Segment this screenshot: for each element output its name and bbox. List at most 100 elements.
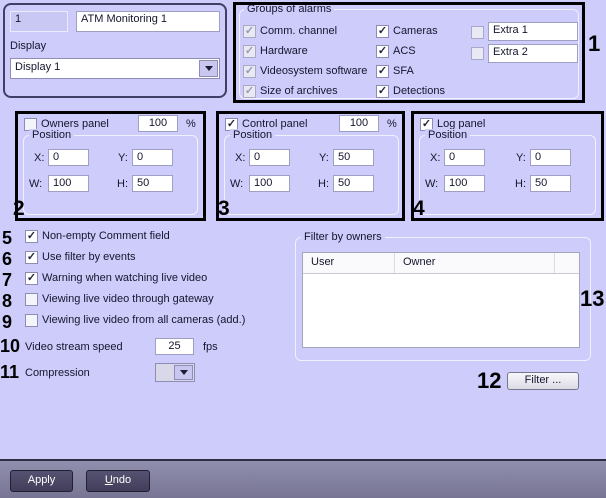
owners-position-title: Position	[29, 129, 75, 141]
control-position-title: Position	[230, 129, 276, 141]
w-label: W:	[29, 178, 43, 190]
checkmark-icon: ✓	[377, 25, 388, 37]
undo-button[interactable]: Undo	[86, 470, 150, 492]
owner-column-header[interactable]: Owner	[395, 253, 555, 273]
chevron-down-icon[interactable]	[199, 60, 218, 77]
owners-list[interactable]: User Owner	[302, 252, 580, 348]
acs-checkbox[interactable]: ✓	[376, 45, 389, 58]
filter-by-owners-title: Filter by owners	[301, 231, 385, 243]
x-label: X:	[34, 152, 45, 164]
sfa-label: SFA	[393, 65, 414, 77]
annotation-number-11: 11	[0, 362, 20, 382]
control-panel-percent-unit: %	[387, 118, 397, 130]
x-label: X:	[430, 152, 441, 164]
owners-x-field[interactable]: 0	[48, 149, 89, 166]
h-label: H:	[117, 178, 128, 190]
apply-button[interactable]: Apply	[10, 470, 73, 492]
videosystem-software-label: Videosystem software	[260, 65, 368, 77]
h-label: H:	[515, 178, 526, 190]
annotation-number-5: 5	[2, 228, 13, 248]
comm-channel-checkbox[interactable]: ✓	[243, 25, 256, 38]
detections-checkbox[interactable]: ✓	[376, 85, 389, 98]
annotation-number-2: 2	[13, 197, 25, 220]
hardware-label: Hardware	[260, 45, 308, 57]
footer-bar: Apply Undo	[0, 461, 606, 498]
cameras-checkbox[interactable]: ✓	[376, 25, 389, 38]
atm-monitoring-settings-panel: 1 ATM Monitoring 1 Display Display 1 Gro…	[0, 0, 606, 498]
log-h-field[interactable]: 50	[530, 175, 571, 192]
control-x-field[interactable]: 0	[249, 149, 290, 166]
cameras-label: Cameras	[393, 25, 438, 37]
owners-panel-percent-unit: %	[186, 118, 196, 130]
y-label: Y:	[516, 152, 526, 164]
live-video-all-cameras-checkbox[interactable]: ✓	[25, 314, 38, 327]
control-panel-section: ✓ Control panel 100 % Position X: 0 Y: 5…	[219, 114, 402, 218]
videosystem-software-checkbox[interactable]: ✓	[243, 65, 256, 78]
checkmark-icon: ✓	[26, 272, 37, 284]
detections-label: Detections	[393, 85, 445, 97]
extra2-checkbox[interactable]: ✓	[471, 47, 484, 60]
object-name-field[interactable]: ATM Monitoring 1	[76, 11, 220, 32]
checkmark-icon: ✓	[26, 230, 37, 242]
owners-w-field[interactable]: 100	[48, 175, 89, 192]
checkmark-icon: ✓	[244, 25, 255, 37]
control-y-field[interactable]: 50	[333, 149, 374, 166]
owners-list-header: User Owner	[303, 253, 579, 274]
checkmark-icon: ✓	[377, 85, 388, 97]
y-label: Y:	[118, 152, 128, 164]
use-filter-by-events-checkbox[interactable]: ✓	[25, 251, 38, 264]
annotation-number-1: 1	[588, 31, 601, 56]
annotation-number-6: 6	[2, 249, 13, 269]
size-of-archives-checkbox[interactable]: ✓	[243, 85, 256, 98]
control-panel-percent-field[interactable]: 100	[339, 115, 379, 132]
filter-button[interactable]: Filter ...	[507, 372, 579, 390]
video-stream-speed-field[interactable]: 25	[155, 338, 194, 355]
comm-channel-label: Comm. channel	[260, 25, 338, 37]
control-h-field[interactable]: 50	[333, 175, 374, 192]
annotation-number-13: 13	[580, 286, 605, 311]
y-label: Y:	[319, 152, 329, 164]
w-label: W:	[425, 178, 439, 190]
annotation-number-3: 3	[218, 197, 230, 220]
chevron-down-icon[interactable]	[174, 365, 193, 380]
extra2-field[interactable]: Extra 2	[488, 44, 578, 63]
compression-label: Compression	[25, 367, 90, 379]
warning-live-video-checkbox[interactable]: ✓	[25, 272, 38, 285]
extra1-checkbox[interactable]: ✓	[471, 26, 484, 39]
annotation-number-12: 12	[477, 368, 502, 393]
annotation-number-8: 8	[2, 291, 13, 311]
object-id-field[interactable]: 1	[10, 11, 68, 32]
log-y-field[interactable]: 0	[530, 149, 571, 166]
annotation-number-7: 7	[2, 270, 13, 290]
checkmark-icon: ✓	[244, 45, 255, 57]
checkmark-icon: ✓	[26, 251, 37, 263]
checkmark-icon: ✓	[377, 45, 388, 57]
compression-select[interactable]	[155, 363, 195, 382]
acs-label: ACS	[393, 45, 416, 57]
display-select-value: Display 1	[15, 61, 61, 73]
owners-h-field[interactable]: 50	[132, 175, 173, 192]
owners-panel-percent-field[interactable]: 100	[138, 115, 178, 132]
w-label: W:	[230, 178, 244, 190]
non-empty-comment-label: Non-empty Comment field	[42, 230, 170, 242]
video-stream-speed-label: Video stream speed	[25, 341, 123, 353]
sfa-checkbox[interactable]: ✓	[376, 65, 389, 78]
annotation-number-9: 9	[2, 312, 13, 332]
log-panel-section: ✓ Log panel Position X: 0 Y: 0 W: 100 H:…	[414, 114, 601, 218]
live-video-gateway-checkbox[interactable]: ✓	[25, 293, 38, 306]
non-empty-comment-checkbox[interactable]: ✓	[25, 230, 38, 243]
hardware-checkbox[interactable]: ✓	[243, 45, 256, 58]
annotation-number-4: 4	[413, 197, 425, 220]
log-x-field[interactable]: 0	[444, 149, 485, 166]
log-w-field[interactable]: 100	[444, 175, 485, 192]
owners-y-field[interactable]: 0	[132, 149, 173, 166]
display-select[interactable]: Display 1	[10, 58, 220, 79]
undo-accelerator: U	[104, 474, 113, 486]
extra1-field[interactable]: Extra 1	[488, 22, 578, 41]
size-of-archives-label: Size of archives	[260, 85, 338, 97]
control-w-field[interactable]: 100	[249, 175, 290, 192]
fps-unit-label: fps	[203, 341, 218, 353]
warning-live-video-label: Warning when watching live video	[42, 272, 208, 284]
spacer-column-header	[555, 253, 579, 273]
user-column-header[interactable]: User	[303, 253, 395, 273]
